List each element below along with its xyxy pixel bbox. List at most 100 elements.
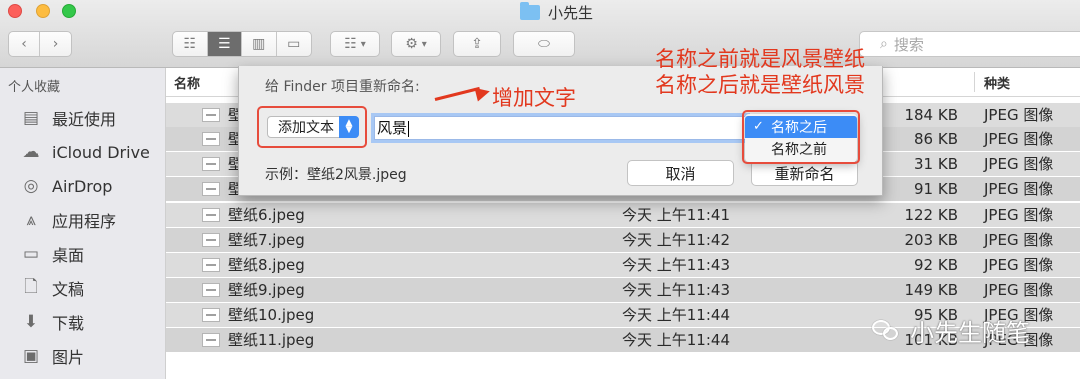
grid-icon: ☷ [183,36,197,52]
file-size: 149 KB [904,281,958,299]
file-date: 今天 上午11:44 [622,306,730,324]
file-date: 今天 上午11:43 [622,281,730,299]
annotation-before-note: 名称之前就是风景壁纸 [655,47,865,71]
jpeg-file-icon [202,208,220,222]
jpeg-file-icon [202,108,220,122]
watermark: 小先生随笔 [872,313,1030,348]
close-window-button[interactable] [8,4,22,18]
chevron-left-icon: ‹ [21,36,27,52]
gallery-view-button[interactable]: ▭ [277,32,311,56]
sidebar-item-label: 最近使用 [52,110,117,129]
documents-icon: 🗋 [24,276,38,297]
file-size: 122 KB [904,206,958,224]
watermark-text: 小先生随笔 [910,319,1030,347]
list-view-button[interactable]: ☰ [207,32,242,56]
tag-icon: ⬭ [538,36,550,52]
column-header-kind[interactable]: 种类 [984,68,1010,96]
share-button[interactable]: ⇪ [453,31,501,57]
sidebar-item-label: 应用程序 [52,212,117,231]
back-button[interactable]: ‹ [9,32,41,56]
rename-example: 示例：壁纸2风景.jpeg [265,167,407,183]
file-size: 92 KB [914,256,958,274]
sidebar-item-desktop[interactable]: ▭ 桌面 [20,240,84,268]
desktop-icon: ▭ [22,244,40,264]
sidebar-item-label: 图片 [52,348,85,367]
chevron-down-icon: ▾ [360,38,366,50]
pictures-icon: ▣ [22,346,40,366]
file-name: 壁纸10.jpeg [228,306,315,324]
sidebar-item-label: AirDrop [52,176,113,196]
share-icon: ⇪ [471,36,483,52]
annotation-box-mode [257,106,367,148]
gear-icon: ⚙ [405,36,418,52]
file-kind: JPEG 图像 [984,206,1054,224]
table-row[interactable]: 壁纸9.jpeg 今天 上午11:43 149 KB JPEG 图像 [166,278,1080,302]
sidebar-item-label: iCloud Drive [52,142,150,162]
sidebar-item-label: 文稿 [52,280,85,299]
icon-view-button[interactable]: ☷ [173,32,208,56]
sidebar-item-recents[interactable]: ▤ 最近使用 [20,104,116,132]
annotation-after-note: 名称之后就是壁纸风景 [655,73,865,97]
chevron-right-icon: › [52,36,59,52]
download-icon: ⬇ [23,312,39,332]
file-date: 今天 上午11:42 [622,231,730,249]
file-kind: JPEG 图像 [984,180,1054,198]
cancel-button[interactable]: 取消 [627,160,734,186]
column-header-name[interactable]: 名称 [174,68,200,96]
columns-icon: ▥ [252,36,266,52]
sidebar-item-downloads[interactable]: ⬇ 下载 [20,308,84,336]
file-kind: JPEG 图像 [984,281,1054,299]
jpeg-file-icon [202,157,220,171]
file-kind: JPEG 图像 [984,231,1054,249]
sidebar-item-applications[interactable]: ⩓ 应用程序 [20,206,116,234]
jpeg-file-icon [202,258,220,272]
minimize-window-button[interactable] [36,4,50,18]
tags-button[interactable]: ⬭ [513,31,575,57]
gallery-icon: ▭ [287,36,301,52]
file-date: 今天 上午11:44 [622,331,730,349]
rename-text-input[interactable]: 风景 [374,116,747,140]
wechat-icon [872,319,902,342]
sidebar-item-label: 下载 [52,314,85,333]
group-icon: ☷ [344,36,357,52]
file-kind: JPEG 图像 [984,106,1054,124]
jpeg-file-icon [202,233,220,247]
folder-icon [520,1,540,20]
column-divider [974,72,975,92]
column-view-button[interactable]: ▥ [242,32,277,56]
jpeg-file-icon [202,132,220,146]
airdrop-icon: ◎ [23,176,39,196]
nav-back-forward: ‹ › [8,31,72,57]
sidebar-item-airdrop[interactable]: ◎ AirDrop [20,172,113,200]
search-placeholder: 搜索 [893,35,924,54]
file-kind: JPEG 图像 [984,130,1054,148]
applications-icon: ⩓ [26,210,36,230]
file-date: 今天 上午11:43 [622,256,730,274]
file-name: 壁纸6.jpeg [228,206,305,224]
sidebar-item-label: 桌面 [52,246,85,265]
sidebar-item-documents[interactable]: 🗋 文稿 [20,274,84,302]
window-title: 小先生 [520,1,593,23]
sidebar-item-icloud[interactable]: ☁ iCloud Drive [20,138,150,166]
zoom-window-button[interactable] [62,4,76,18]
action-button[interactable]: ⚙ ▾ [391,31,441,57]
jpeg-file-icon [202,333,220,347]
table-row[interactable]: 壁纸8.jpeg 今天 上午11:43 92 KB JPEG 图像 [166,253,1080,277]
search-field[interactable]: ⌕ 搜索 [859,31,1080,57]
jpeg-file-icon [202,182,220,196]
table-row[interactable]: 壁纸6.jpeg 今天 上午11:41 122 KB JPEG 图像 [166,203,1080,227]
file-name: 壁纸7.jpeg [228,231,305,249]
search-icon: ⌕ [880,36,888,52]
list-icon: ☰ [217,36,231,52]
recents-icon: ▤ [22,108,40,128]
forward-button[interactable]: › [40,32,71,56]
file-kind: JPEG 图像 [984,256,1054,274]
cloud-icon: ☁ [22,142,40,162]
view-mode-segmented: ☷ ☰ ▥ ▭ [172,31,312,57]
sidebar-item-pictures[interactable]: ▣ 图片 [20,342,84,370]
table-row[interactable]: 壁纸7.jpeg 今天 上午11:42 203 KB JPEG 图像 [166,228,1080,252]
annotation-add-text: 增加文字 [492,86,576,110]
file-size: 203 KB [904,231,958,249]
group-by-button[interactable]: ☷ ▾ [330,31,380,57]
annotation-box-menu [742,110,860,164]
